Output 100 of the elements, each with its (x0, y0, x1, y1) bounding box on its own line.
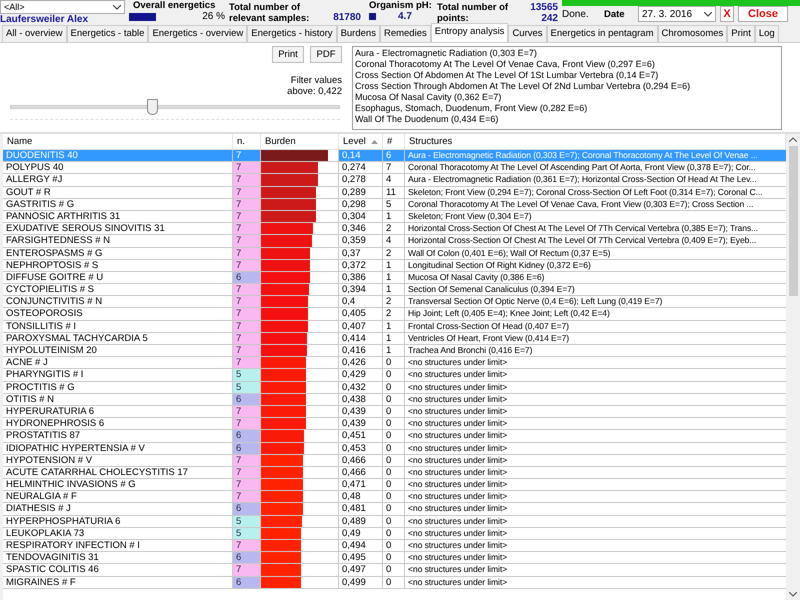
table-cell: 2 (383, 223, 405, 234)
table-cell: 4 (383, 174, 405, 186)
table-cell: 7 (233, 564, 261, 576)
list-item[interactable]: Cross Section Of Abdomen At The Level Of 1St Lumbar Vertebra (0,14 E=7) (355, 70, 779, 81)
column-header[interactable]: # (383, 134, 405, 149)
table-cell-text: Wall Of Colon (0,401 E=6); Wall Of Rectum (0,37 E=5) (407, 248, 612, 259)
table-cell: 0 (383, 552, 405, 564)
table-cell: 0,451 (339, 430, 383, 442)
table-cell: 7 (233, 198, 261, 210)
table-cell: 0,453 (339, 442, 383, 454)
scroll-down-icon[interactable] (789, 592, 797, 597)
column-header[interactable]: Name (3, 134, 233, 149)
table-cell: 2 (383, 296, 405, 308)
table-cell-text: <no structures under limit> (407, 540, 508, 552)
close-button[interactable]: Close (738, 6, 788, 22)
clear-date-button[interactable]: X (720, 6, 734, 22)
samples-value: 81780 (333, 12, 361, 23)
table-cell: 7 (233, 491, 261, 502)
energetics-indicator (129, 12, 156, 20)
date-label: Date (604, 8, 626, 20)
tab[interactable]: Log (754, 25, 779, 42)
table-cell: 0 (383, 466, 405, 478)
table-cell: 7 (233, 357, 261, 368)
overall-energetics-value: 26 % (202, 11, 225, 22)
filter-slider[interactable] (10, 97, 340, 117)
table-cell: 0,439 (339, 418, 383, 430)
tab[interactable]: Chromosomes (658, 25, 728, 42)
table-cell: 6 (383, 150, 405, 162)
vertical-scrollbar[interactable] (786, 134, 800, 600)
table-cell-text: <no structures under limit> (407, 552, 508, 564)
table-cell: 1 (383, 210, 405, 222)
table-cell: 0,489 (339, 516, 383, 527)
tab[interactable]: Burdens (336, 25, 380, 42)
table-cell: 0,14 (339, 150, 383, 162)
table-cell: 0,497 (339, 564, 383, 576)
table-cell: 1 (383, 332, 405, 344)
table-cell: 2 (383, 248, 405, 259)
table-cell: 0 (383, 418, 405, 430)
list-item[interactable]: Aura - Electromagnetic Radiation (0,303 E=7) (355, 48, 779, 59)
table-cell: 0,429 (339, 369, 383, 381)
list-item[interactable]: Cross Section Through Abdomen At The Level Of 2Nd Lumbar Vertebra (0,294 E=6) (355, 81, 779, 92)
list-item[interactable]: Mucosa Of Nasal Cavity (0,362 E=7) (355, 92, 779, 103)
table-cell-text: Aura - Electromagnetic Radiation (0,361 E=7); Horizontal Cross-Section Of Head At The Lev... (407, 174, 758, 186)
table-cell: 7 (233, 296, 261, 308)
table-cell: 0,438 (339, 394, 383, 405)
tab[interactable]: Energetics - overview (148, 25, 248, 42)
table-cell: 5 (233, 382, 261, 393)
table-cell: 0 (383, 406, 405, 418)
table-cell: 0,466 (339, 454, 383, 466)
table-cell: 4 (383, 235, 405, 246)
column-header[interactable]: Level (343, 136, 366, 147)
tab[interactable]: Entropy analysis (430, 23, 508, 42)
toolbar-button[interactable]: Print (272, 46, 304, 63)
table-cell-text: Frontal Cross-Section Of Head (0,407 E=7) (407, 320, 570, 332)
table-cell: 7 (233, 308, 261, 320)
scrollbar-thumb[interactable] (788, 146, 798, 296)
list-item[interactable]: Wall Of The Duodenum (0,434 E=6) (355, 114, 779, 125)
list-item[interactable]: Esophagus, Stomach, Duodenum, Front View (0,282 E=6) (355, 103, 779, 114)
tab[interactable]: Energetics - history (247, 25, 337, 42)
table-cell: 0 (383, 576, 405, 588)
column-header[interactable]: Burden (261, 134, 339, 149)
table-cell: 0,37 (339, 248, 383, 259)
date-picker[interactable]: 27. 3. 2016 (638, 6, 716, 22)
table-cell-text: Horizontal Cross-Section Of Chest At The Level Of 7Th Cervical Vertebra (0,385 E=7); Trans... (407, 223, 759, 234)
list-item[interactable]: Coronal Thoracotomy At The Level Of Venae Cava, Front View (0,297 E=6) (355, 59, 779, 70)
table-cell: 0,495 (339, 552, 383, 564)
tab[interactable]: Print (727, 25, 755, 42)
table-cell: 7 (233, 174, 261, 186)
table-cell: 0,499 (339, 576, 383, 588)
table-cell: 0 (383, 479, 405, 490)
table-cell: 7 (233, 406, 261, 418)
tab[interactable]: Energetics in pentagram (546, 25, 658, 42)
tab[interactable]: Curves (508, 25, 547, 42)
scroll-up-icon[interactable] (789, 137, 797, 142)
table-cell: 5 (383, 198, 405, 210)
table-cell: 0,346 (339, 223, 383, 234)
table-cell: 0 (383, 516, 405, 527)
table-cell: 0,278 (339, 174, 383, 186)
table-cell: 7 (233, 345, 261, 356)
tab[interactable]: Energetics - table (66, 25, 148, 42)
table-cell-text: <no structures under limit> (407, 516, 508, 527)
table-cell-text: <no structures under limit> (407, 357, 508, 368)
table-cell: 0,386 (339, 272, 383, 284)
tab[interactable]: Remedies (380, 25, 431, 42)
table-cell-text: <no structures under limit> (407, 406, 508, 418)
tab[interactable]: All - overview (2, 25, 66, 42)
toolbar-button[interactable]: PDF (310, 46, 342, 63)
table-cell: 6 (233, 576, 261, 588)
table-cell-text: Horizontal Cross-Section Of Chest At The Level Of 7Th Cervical Vertebra (0,409 E=7); Eyeb... (407, 235, 758, 246)
overall-energetics-label: Overall energetics (132, 0, 216, 11)
table-cell: 1 (383, 284, 405, 296)
table-cell: 1 (383, 320, 405, 332)
column-header[interactable]: n. (233, 134, 261, 149)
patient-dropdown[interactable]: <All> (0, 0, 125, 14)
slider-thumb[interactable] (146, 99, 158, 115)
table-cell: 0,466 (339, 466, 383, 478)
samples-label: Total number of relevant samples: (229, 2, 310, 24)
table-cell: 0,359 (339, 235, 383, 246)
table-cell: 0,274 (339, 162, 383, 174)
table-cell: 0,4 (339, 296, 383, 308)
